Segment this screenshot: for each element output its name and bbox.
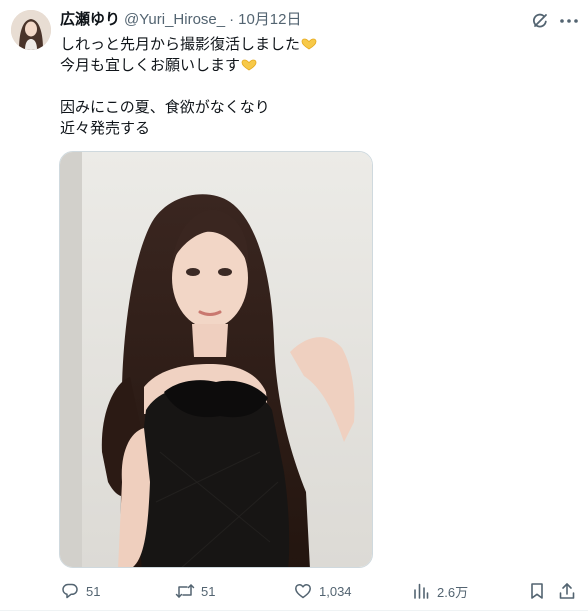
tweet-line-5: 近々発売する (60, 120, 151, 137)
repost-count: 51 (201, 583, 216, 599)
repost-button[interactable]: 51 (175, 578, 215, 604)
bookmark-icon (527, 581, 547, 601)
views-icon (411, 581, 431, 601)
tweet[interactable]: 広瀬ゆり @Yuri_Hirose_ · 10月12日 しれっと先月から撮影復活… (0, 0, 588, 611)
timestamp[interactable]: 10月12日 (238, 10, 301, 30)
separator-dot: · (229, 11, 235, 28)
view-count: 2.6万 (437, 584, 469, 600)
tweet-line-4: 因みにこの夏、食欲がなくなり (60, 99, 270, 116)
avatar[interactable] (11, 10, 51, 50)
repost-icon (175, 581, 195, 601)
heart-hands-emoji-icon (301, 35, 317, 50)
tweet-line-1: しれっと先月から撮影復活しました (60, 34, 560, 55)
bookmark-button[interactable] (527, 578, 547, 604)
reply-count: 51 (86, 583, 101, 599)
tweet-actions: 51 51 1,034 2.6万 (0, 578, 588, 604)
more-icon[interactable] (558, 11, 580, 31)
views-button[interactable]: 2.6万 (411, 578, 468, 604)
tweet-header: 広瀬ゆり @Yuri_Hirose_ · 10月12日 (60, 10, 302, 30)
tweet-text: しれっと先月から撮影復活しました 今月も宜しくお願いします 因みにこの夏、食欲が… (60, 34, 560, 139)
reply-button[interactable]: 51 (60, 578, 100, 604)
heart-icon (293, 581, 313, 601)
display-name[interactable]: 広瀬ゆり (60, 10, 120, 30)
user-handle[interactable]: @Yuri_Hirose_ (124, 10, 225, 30)
reply-icon (60, 581, 80, 601)
tweet-photo[interactable] (59, 151, 373, 568)
like-count: 1,034 (319, 583, 352, 599)
heart-hands-emoji-icon (241, 56, 257, 71)
grok-icon[interactable] (530, 11, 550, 31)
tweet-line-2: 今月も宜しくお願いします (60, 55, 560, 76)
like-button[interactable]: 1,034 (293, 578, 352, 604)
share-icon (557, 581, 577, 601)
share-button[interactable] (557, 578, 577, 604)
